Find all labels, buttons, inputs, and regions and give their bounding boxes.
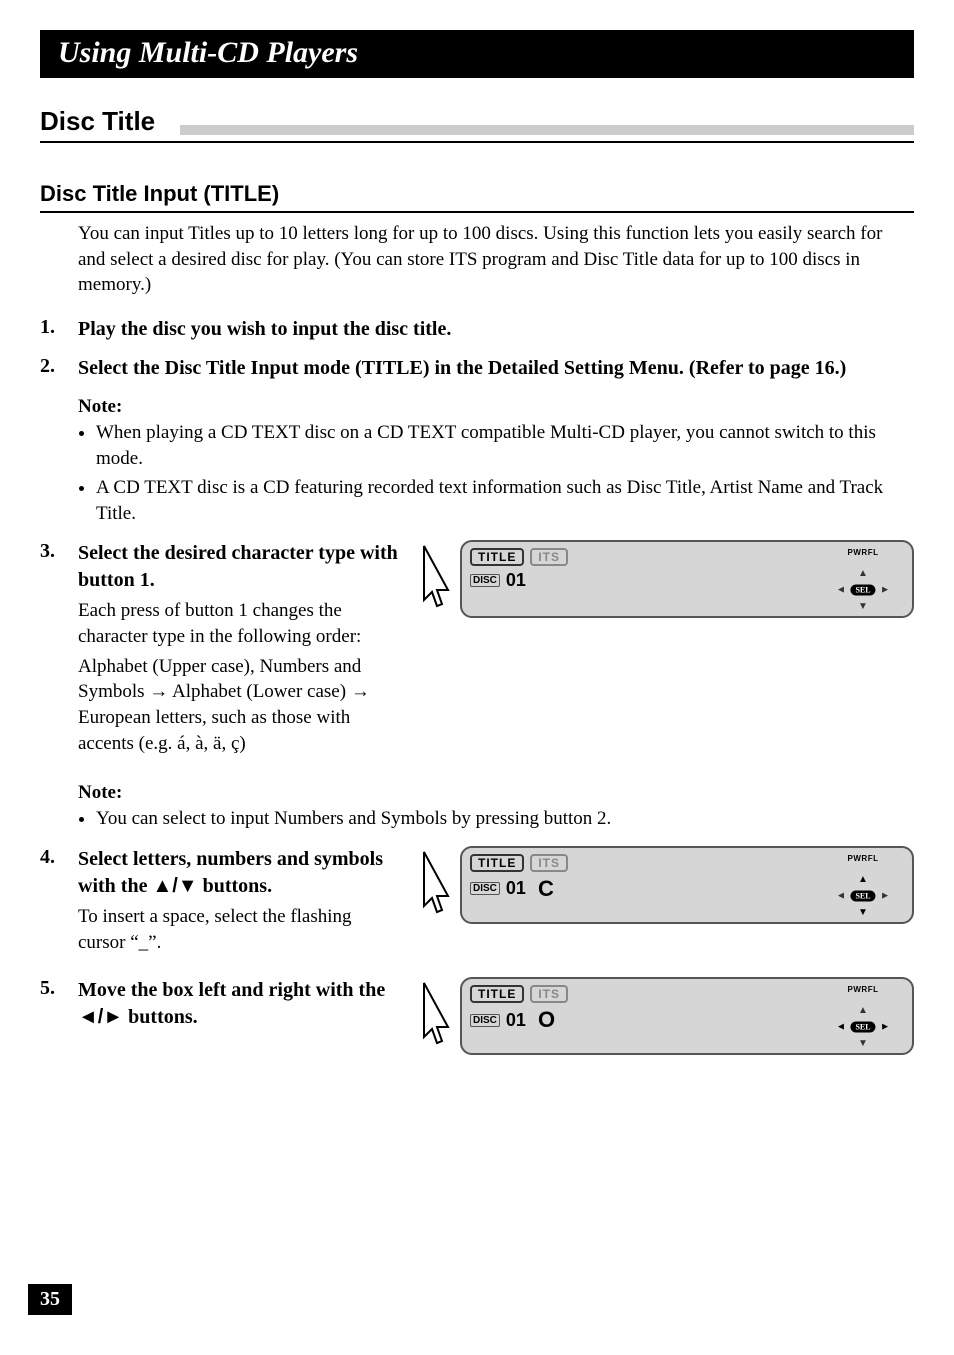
- lcd-sel-label: SEL: [850, 1022, 875, 1033]
- display-figure-step5: TITLE ITS DISC 01 O PWRFL ◄ ► ▲: [418, 977, 914, 1055]
- left-right-icon: ◄/►: [78, 1006, 123, 1028]
- lcd-disc-label: DISC: [470, 882, 500, 895]
- step-4-head: Select letters, numbers and symbols with…: [78, 846, 400, 900]
- subsection-title: Disc Title Input (TITLE): [40, 181, 914, 213]
- step-5-head-post: buttons.: [123, 1006, 197, 1028]
- step-4-detail: To insert a space, select the flashing c…: [78, 904, 400, 955]
- lcd-disc-number: 01: [506, 570, 526, 591]
- lcd-screen: TITLE ITS DISC 01 PWRFL ◄ ► ▲ ▼: [460, 540, 914, 618]
- page-number: 35: [28, 1284, 72, 1315]
- lcd-screen: TITLE ITS DISC 01 O PWRFL ◄ ► ▲: [460, 977, 914, 1055]
- lcd-its-label: ITS: [530, 548, 568, 566]
- lcd-char-step5: O: [538, 1007, 555, 1033]
- step-4-head-post: buttons.: [198, 875, 272, 897]
- lcd-title-label: TITLE: [470, 548, 524, 566]
- lcd-disc-label: DISC: [470, 1014, 500, 1027]
- lcd-power-label: PWRFL: [848, 985, 879, 994]
- note-1b: A CD TEXT disc is a CD featuring recorde…: [96, 475, 914, 526]
- up-down-icon: ▲/▼: [152, 875, 197, 897]
- step-1-head: Play the disc you wish to input the disc…: [78, 316, 914, 343]
- right-arrow-icon: →: [149, 681, 168, 702]
- step-5-number: 5.: [40, 977, 68, 1031]
- note-1-list: When playing a CD TEXT disc on a CD TEXT…: [78, 420, 914, 527]
- right-arrow-icon: →: [351, 681, 370, 702]
- step-1-number: 1.: [40, 316, 68, 343]
- lcd-sel-label: SEL: [850, 890, 875, 901]
- section-title: Disc Title: [40, 106, 155, 136]
- step-3: 3. Select the desired character type wit…: [40, 540, 400, 756]
- cursor-icon: [418, 846, 452, 924]
- section-title-bar: Disc Title: [40, 106, 914, 143]
- lcd-power-label: PWRFL: [848, 854, 879, 863]
- lcd-screen: TITLE ITS DISC 01 C PWRFL ◄ ► ▲: [460, 846, 914, 924]
- step-3-detail-b: Alphabet (Upper case), Numbers and Symbo…: [78, 654, 400, 757]
- subsection-intro: You can input Titles up to 10 letters lo…: [78, 221, 914, 298]
- cursor-icon: [418, 977, 452, 1055]
- step-3-head: Select the desired character type with b…: [78, 540, 400, 594]
- step-1: 1. Play the disc you wish to input the d…: [40, 316, 914, 343]
- step-3-detail-mid: Alphabet (Lower case): [168, 681, 351, 702]
- lcd-sel-label: SEL: [850, 585, 875, 596]
- step-3-detail-a: Each press of button 1 changes the chara…: [78, 598, 400, 649]
- step-2-number: 2.: [40, 355, 68, 382]
- lcd-char-step4: C: [538, 876, 554, 902]
- lcd-its-label: ITS: [530, 854, 568, 872]
- note-1-label: Note:: [78, 396, 914, 418]
- cursor-icon: [418, 540, 452, 618]
- step-2-head: Select the Disc Title Input mode (TITLE)…: [78, 355, 914, 382]
- lcd-disc-number: 01: [506, 878, 526, 899]
- note-2-list: You can select to input Numbers and Symb…: [78, 806, 914, 832]
- lcd-disc-label: DISC: [470, 574, 500, 587]
- display-figure-step3: TITLE ITS DISC 01 PWRFL ◄ ► ▲ ▼: [418, 540, 914, 618]
- note-1a: When playing a CD TEXT disc on a CD TEXT…: [96, 420, 914, 471]
- step-5-head-pre: Move the box left and right with the: [78, 979, 385, 1001]
- note-2a: You can select to input Numbers and Symb…: [96, 806, 914, 832]
- step-4-number: 4.: [40, 846, 68, 955]
- lcd-sel-pad: ◄ ► ▲ ▼ SEL: [836, 570, 890, 610]
- step-3-detail-post: European letters, such as those with acc…: [78, 707, 350, 754]
- lcd-disc-number: 01: [506, 1010, 526, 1031]
- step-3-number: 3.: [40, 540, 68, 756]
- lcd-sel-pad: ◄ ► ▲ ▼ SEL: [836, 1007, 890, 1047]
- lcd-title-label: TITLE: [470, 854, 524, 872]
- step-4: 4. Select letters, numbers and symbols w…: [40, 846, 400, 955]
- step-5-head: Move the box left and right with the ◄/►…: [78, 977, 400, 1031]
- lcd-sel-pad: ◄ ► ▲ ▼ SEL: [836, 876, 890, 916]
- display-figure-step4: TITLE ITS DISC 01 C PWRFL ◄ ► ▲: [418, 846, 914, 924]
- note-2-label: Note:: [78, 782, 914, 804]
- lcd-its-label: ITS: [530, 985, 568, 1003]
- chapter-title: Using Multi-CD Players: [58, 36, 358, 69]
- step-5: 5. Move the box left and right with the …: [40, 977, 400, 1031]
- chapter-title-bar: Using Multi-CD Players: [40, 30, 914, 78]
- lcd-title-label: TITLE: [470, 985, 524, 1003]
- lcd-power-label: PWRFL: [848, 548, 879, 557]
- step-2: 2. Select the Disc Title Input mode (TIT…: [40, 355, 914, 382]
